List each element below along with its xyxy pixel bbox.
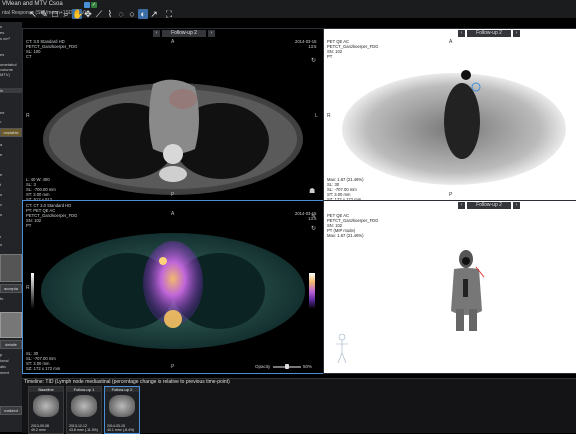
opacity-label: Opacity — [255, 364, 271, 369]
thumbnail-info: 2013-09-08 49.2 mm³ — [31, 424, 49, 432]
panel-label: ne — [0, 110, 5, 115]
timeline-header: Timeline: TID (Lymph node mediastinal (p… — [24, 379, 230, 385]
panel-label: a — [0, 142, 3, 147]
orientation-label: L — [315, 113, 318, 119]
panel-label: r — [0, 234, 2, 239]
mip-info-left: PET QE AC PETCT_Ganzkoerper_FDG SN: 102 … — [327, 213, 379, 238]
panel-label: t — [0, 182, 2, 187]
save-icon[interactable] — [84, 2, 90, 8]
orientation-label: P — [171, 364, 175, 370]
check-icon[interactable]: ✓ — [91, 2, 97, 8]
square-icon[interactable]: □ — [50, 9, 60, 19]
panel-label: s cm³ — [0, 36, 10, 41]
panel-label: ment — [0, 370, 9, 375]
orientation-label: R — [327, 113, 331, 119]
acceptable-badge[interactable]: ceptable — [0, 128, 22, 137]
pen-icon[interactable]: ✎ — [39, 9, 49, 19]
left-panel: s es s cm³ es ometabol volume MTV) le ne… — [0, 22, 22, 432]
fusion-info-left: CT: CT 3.0 Standard HD PT: PET QE AC PET… — [26, 203, 78, 228]
opacity-value: 50% — [303, 364, 313, 369]
zoom-icon[interactable]: ⌕ — [61, 9, 71, 19]
ct-window-level: L: 40 W: 400 SL: 3 SL: -700.00 mm ST: 3.… — [26, 177, 56, 201]
pet-viewport[interactable]: ‹ Follow-up 2 › PET QE AC PETCT_Ganzkoer… — [323, 28, 576, 202]
accepta-button[interactable]: accepta — [0, 284, 22, 293]
timeline-thumbnail[interactable]: Baseline 2013-09-08 49.2 mm³ — [28, 386, 64, 434]
orientation-label: A — [449, 39, 453, 45]
orientation-label: A — [171, 39, 175, 45]
detaile-button[interactable]: detaile — [0, 340, 22, 349]
panel-label: s — [0, 24, 2, 29]
panel-label: le — [0, 88, 22, 93]
ct-date: 2014-03-15 13:5 — [295, 39, 317, 49]
panel-label: n — [0, 242, 3, 247]
orientation-label: R — [26, 113, 30, 119]
ct-info-left: CT: 3.0 Standard HD PETCT_Ganzkoerper_FD… — [26, 39, 78, 59]
panel-label: es — [0, 52, 5, 57]
panel-label: fo — [0, 296, 4, 301]
gray-scale-bar — [31, 273, 34, 309]
toolbar: ↖ ✎ □ ⌕ ✋ ✥ ⟋ ⌇ ◌ ○ ◐ ↗ ⛶ — [28, 9, 198, 22]
normalized-button[interactable]: malized — [0, 406, 22, 415]
panel-label: MTV) — [0, 72, 10, 77]
hand-icon[interactable]: ✋ — [72, 9, 83, 19]
panel-label: e — [0, 172, 3, 177]
panel-label: e — [0, 152, 3, 157]
timeline-panel: Timeline: TID (Lymph node mediastinal (p… — [22, 378, 576, 434]
thumbnail-info: 2013-12-12 43.8 mm³ (-11.0%) — [69, 424, 98, 432]
fusion-viewport[interactable]: CT: CT 3.0 Standard HD PT: PET QE AC PET… — [22, 200, 324, 374]
polyline-icon[interactable]: ⌇ — [105, 9, 115, 19]
thumbnail-label: Follow-up 1 — [67, 387, 101, 392]
timeline-thumbnail[interactable]: Follow-up 1 2013-12-12 43.8 mm³ (-11.0%) — [66, 386, 102, 434]
thumbnail-image — [71, 395, 97, 417]
panel-label: atic — [0, 364, 7, 369]
line-icon[interactable]: ⟋ — [94, 9, 104, 19]
fullscreen-icon[interactable]: ⛶ — [164, 9, 174, 19]
move-icon[interactable]: ✥ — [83, 9, 93, 19]
panel-label: ³ — [0, 120, 2, 125]
pet-info-lower: Max: 1.67 (21.46%) SL: 30 SL: -707.00 mm… — [327, 177, 364, 201]
lasso-icon[interactable]: ◌ — [116, 9, 126, 19]
thumbnail-image — [33, 395, 59, 417]
thumbnail-image[interactable] — [0, 312, 22, 338]
thumbnail-image — [109, 395, 135, 417]
thumbnail-image[interactable] — [0, 254, 22, 282]
thumbnail-label: Follow-up 2 — [105, 387, 139, 392]
pet-info-left: PET QE AC PETCT_Ganzkoerper_FDG SN: 102 … — [327, 39, 379, 59]
ct-viewport[interactable]: ‹ Follow-up 2 › CT: 3.0 Standard HD PETC… — [22, 28, 324, 202]
panel-label: ional — [0, 358, 9, 363]
pin-icon[interactable]: ✎ — [311, 213, 316, 220]
orientation-label: P — [171, 192, 175, 198]
thumbnail-label: Baseline — [29, 387, 63, 392]
orientation-label: R — [26, 285, 30, 291]
mip-viewport[interactable]: ‹ Follow-up 2 › PET QE AC PETCT_Ganzkoer… — [323, 200, 576, 374]
rotate-icon[interactable]: ↻ — [311, 225, 316, 232]
cursor-icon[interactable]: ↖ — [28, 9, 38, 19]
contrast-icon[interactable]: ◐ — [138, 9, 148, 19]
fusion-slice-info: SL: 30 SL: -707.00 mm ST: 3.00 mm SZ: 17… — [26, 351, 61, 371]
circle-icon[interactable]: ○ — [127, 9, 137, 19]
panel-label: v — [0, 202, 2, 207]
panel-label: es — [0, 30, 5, 35]
panel-label: n — [0, 192, 3, 197]
timeline-thumbnail[interactable]: Follow-up 2 2014-03-15 40.1 mm³ (-8.4%) — [104, 386, 140, 434]
panel-label: s — [0, 212, 2, 217]
panel-label: p — [0, 352, 3, 357]
color-scale-bar — [309, 273, 315, 309]
window-title: VMean and MTV Csoa — [2, 1, 63, 7]
thumbnail-info: 2014-03-15 40.1 mm³ (-8.4%) — [107, 424, 135, 432]
body-orientation-icon: ☗ — [309, 188, 316, 195]
arrow-icon[interactable]: ↗ — [149, 9, 159, 19]
opacity-slider-handle[interactable] — [285, 364, 289, 369]
rotate-icon[interactable]: ↻ — [311, 57, 316, 64]
orientation-label: P — [449, 192, 453, 198]
orientation-label: A — [171, 211, 175, 217]
